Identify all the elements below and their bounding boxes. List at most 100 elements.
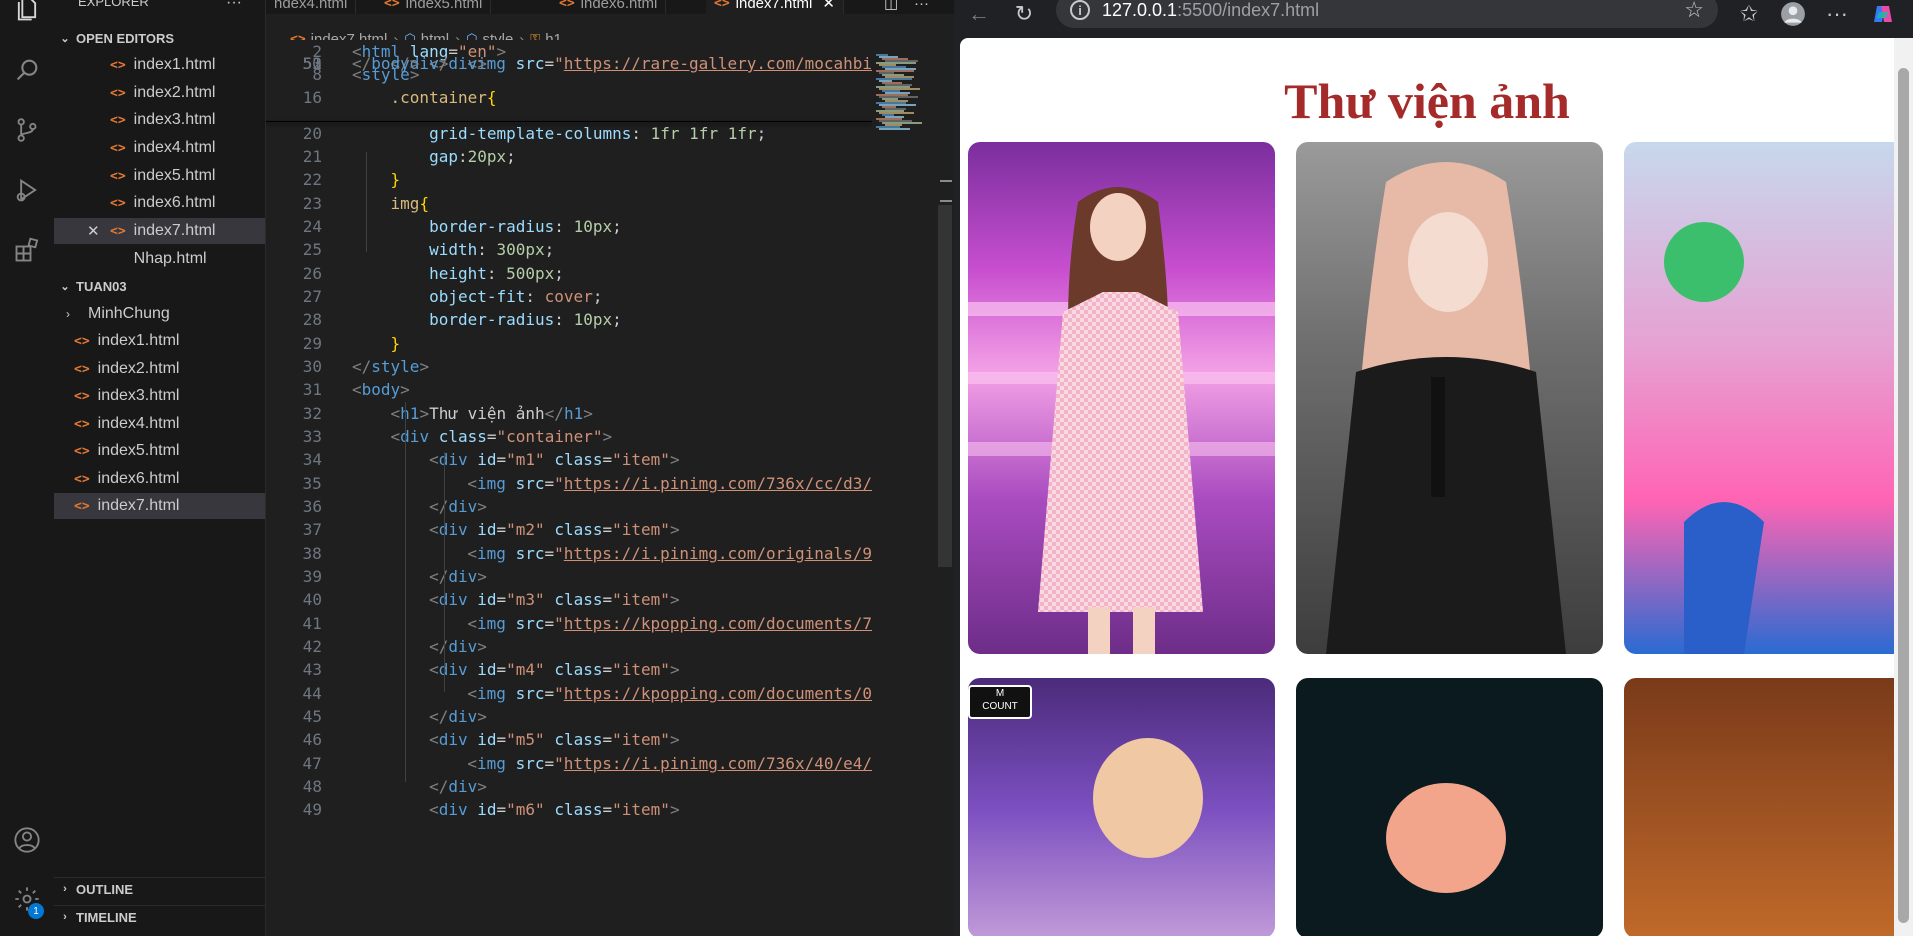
file-item[interactable]: <> index6.html [54, 466, 265, 492]
code-text[interactable]: </div> [352, 637, 487, 656]
tab-index6[interactable]: <> index6.html [551, 0, 667, 14]
code-line[interactable]: 53 </body> [266, 52, 872, 75]
minimap[interactable] [872, 52, 936, 936]
code-text[interactable]: <img src="https://i.pinimg.com/736x/40/e… [352, 754, 872, 773]
explorer-icon[interactable] [12, 0, 42, 24]
reload-icon[interactable]: ↻ [1009, 0, 1039, 28]
code-text[interactable]: <h1>Thư viện ảnh</h1> [352, 404, 593, 423]
code-line[interactable]: 28 border-radius: 10px; [266, 308, 872, 331]
source-control-icon[interactable] [12, 115, 42, 145]
gallery-image-m4[interactable]: M COUNT [968, 678, 1275, 936]
code-text[interactable]: </div> [352, 707, 487, 726]
code-line[interactable]: 20 grid-template-columns: 1fr 1fr 1fr; [266, 122, 872, 145]
code-text[interactable]: } [352, 334, 401, 353]
open-editor-item[interactable]: <> index4.html [54, 135, 265, 161]
code-line[interactable]: 37 <div id="m2" class="item"> [266, 518, 872, 541]
gallery-image-m6[interactable] [1624, 678, 1894, 936]
folder-section[interactable]: ⌄ TUAN03 [54, 275, 265, 297]
split-editor-icon[interactable]: ◫ [876, 0, 906, 14]
code-text[interactable]: object-fit: cover; [352, 287, 602, 306]
code-text[interactable]: </body> [352, 54, 419, 73]
code-line[interactable]: 29 } [266, 332, 872, 355]
code-line[interactable]: 48 </div> [266, 775, 872, 798]
gallery-image-m5[interactable] [1296, 678, 1603, 936]
code-line[interactable]: 23 img{ [266, 192, 872, 215]
open-editor-item-active[interactable]: ✕ <> index7.html [54, 218, 265, 244]
search-icon[interactable] [12, 55, 42, 85]
code-line[interactable]: 32 <h1>Thư viện ảnh</h1> [266, 402, 872, 425]
star-icon[interactable]: ☆ [1684, 0, 1704, 23]
code-line[interactable]: 35 <img src="https://i.pinimg.com/736x/c… [266, 472, 872, 495]
gallery-image-m1[interactable] [968, 142, 1275, 654]
code-line[interactable]: 42 </div> [266, 635, 872, 658]
code-text[interactable]: </style> [352, 357, 429, 376]
code-line[interactable]: 31 <body> [266, 378, 872, 401]
code-editor[interactable]: 2 <html lang="en"> 8 <style> 16 .container{2… [266, 40, 872, 936]
code-text[interactable]: <div id="m2" class="item"> [352, 520, 680, 539]
code-text[interactable]: <div id="m1" class="item"> [352, 450, 680, 469]
code-text[interactable]: <div class="container"> [352, 427, 613, 446]
copilot-icon[interactable] [1868, 0, 1898, 28]
code-line[interactable]: 27 object-fit: cover; [266, 285, 872, 308]
code-text[interactable]: gap:20px; [352, 147, 516, 166]
file-item[interactable]: <> index2.html [54, 356, 265, 382]
code-line[interactable]: 45 </div> [266, 705, 872, 728]
code-text[interactable]: } [352, 170, 401, 189]
code-line[interactable]: 26 height: 500px; [266, 262, 872, 285]
code-line[interactable]: 24 border-radius: 10px; [266, 215, 872, 238]
gallery-image-m3[interactable] [1624, 142, 1894, 654]
gallery-image-m2[interactable] [1296, 142, 1603, 654]
code-line[interactable]: 39 </div> [266, 565, 872, 588]
code-text[interactable]: <img src="https://i.pinimg.com/originals… [352, 544, 872, 563]
code-text[interactable]: <div id="m6" class="item"> [352, 800, 680, 819]
file-item[interactable]: <> index4.html [54, 411, 265, 437]
code-text[interactable]: </div> [352, 497, 487, 516]
code-line[interactable]: 47 <img src="https://i.pinimg.com/736x/4… [266, 752, 872, 775]
extensions-icon[interactable] [12, 235, 42, 265]
code-line[interactable]: 33 <div class="container"> [266, 425, 872, 448]
code-text[interactable]: img{ [352, 194, 430, 213]
code-line[interactable]: 38 <img src="https://i.pinimg.com/origin… [266, 542, 872, 565]
back-arrow-icon[interactable]: ← [964, 0, 994, 28]
open-editor-item[interactable]: <>Nhap.html [54, 246, 265, 272]
favorites-icon[interactable]: ✩ [1734, 0, 1764, 28]
open-editor-item[interactable]: <> index3.html [54, 107, 265, 133]
open-editor-item[interactable]: <> index1.html [54, 52, 265, 78]
code-line[interactable]: 16 .container{ [266, 86, 872, 109]
profile-icon[interactable] [1778, 0, 1808, 28]
open-editor-item[interactable]: <> index2.html [54, 80, 265, 106]
editor-scrollbar-thumb[interactable] [938, 205, 952, 567]
code-line[interactable]: 22 } [266, 168, 872, 191]
file-item[interactable]: <> index1.html [54, 328, 265, 354]
timeline-section[interactable]: › TIMELINE [54, 905, 265, 928]
code-line[interactable]: 34 <div id="m1" class="item"> [266, 448, 872, 471]
code-text[interactable]: <img src="https://kpopping.com/documents… [352, 684, 872, 703]
more-icon[interactable]: ··· [1822, 0, 1852, 28]
file-item-active[interactable]: <> index7.html [54, 493, 265, 519]
file-item[interactable]: <> index5.html [54, 438, 265, 464]
code-line[interactable]: 46 <div id="m5" class="item"> [266, 728, 872, 751]
file-item[interactable]: <> index3.html [54, 383, 265, 409]
code-line[interactable]: 25 width: 300px; [266, 238, 872, 261]
run-debug-icon[interactable] [12, 175, 42, 205]
code-line[interactable]: 30 </style> [266, 355, 872, 378]
tab-index7-active[interactable]: <> index7.html ✕ [706, 0, 844, 14]
code-text[interactable]: </div> [352, 567, 487, 586]
code-text[interactable]: grid-template-columns: 1fr 1fr 1fr; [352, 124, 766, 143]
code-line[interactable]: 49 <div id="m6" class="item"> [266, 798, 872, 821]
code-line[interactable]: 21 gap:20px; [266, 145, 872, 168]
code-text[interactable]: <body> [352, 380, 410, 399]
code-line[interactable]: 44 <img src="https://kpopping.com/docume… [266, 682, 872, 705]
code-line[interactable]: 36 </div> [266, 495, 872, 518]
folder-item-minhchung[interactable]: › MinhChung [54, 301, 265, 327]
code-text[interactable]: border-radius: 10px; [352, 310, 622, 329]
address-bar[interactable]: i 127.0.0.1:5500/index7.html ☆ [1056, 0, 1718, 28]
tab-index5[interactable]: <> index5.html [376, 0, 492, 14]
page-scrollbar-thumb[interactable] [1898, 68, 1909, 923]
open-editor-item[interactable]: <> index5.html [54, 163, 265, 189]
open-editors-section[interactable]: ⌄ OPEN EDITORS [54, 27, 265, 49]
info-icon[interactable]: i [1070, 0, 1090, 20]
code-line[interactable]: 41 <img src="https://kpopping.com/docume… [266, 612, 872, 635]
editor-more-icon[interactable]: ··· [906, 0, 937, 14]
account-icon[interactable] [12, 825, 42, 855]
